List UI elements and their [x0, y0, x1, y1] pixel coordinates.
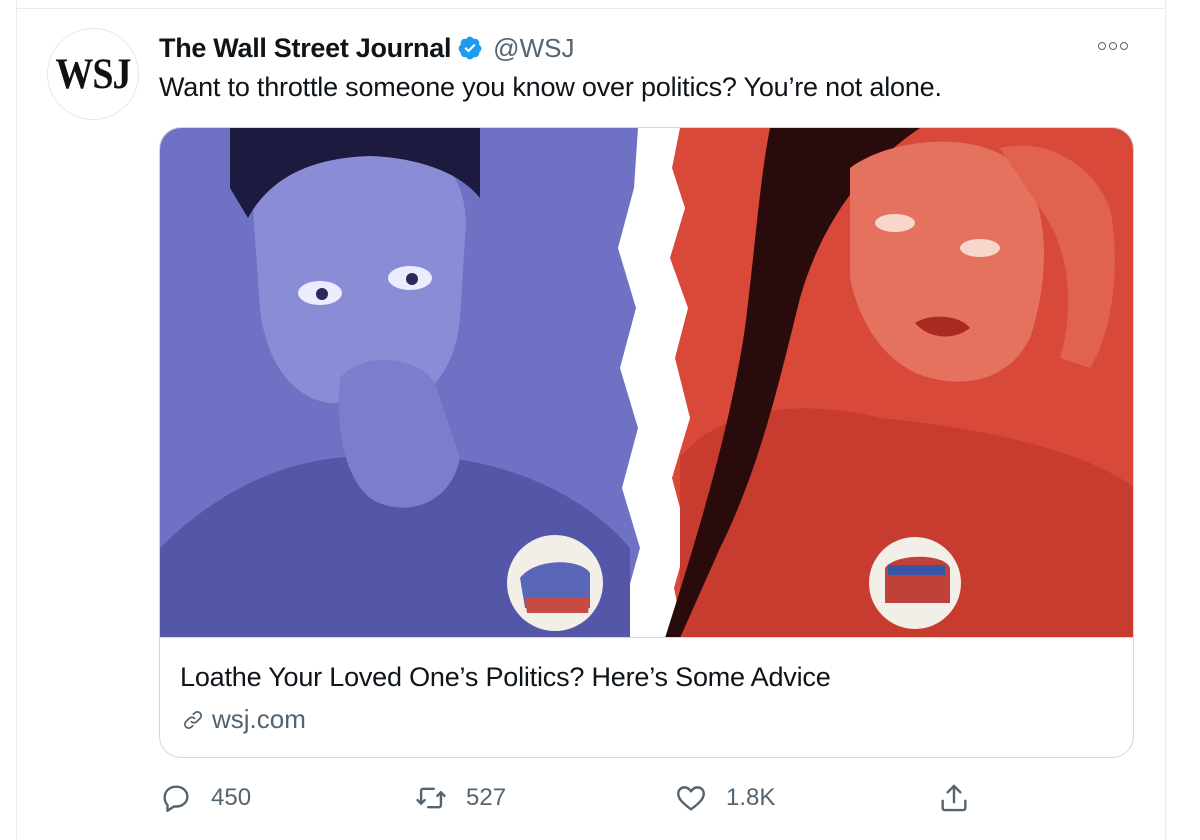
- tweet-actions: 450 527 1.8K: [159, 778, 1139, 818]
- retweet-icon: [416, 787, 446, 809]
- more-dot: [1120, 42, 1128, 50]
- reply-icon: [163, 785, 189, 812]
- share-icon: [941, 784, 967, 812]
- link-icon: [180, 707, 206, 733]
- share-button[interactable]: [937, 778, 971, 818]
- tweet-text: Want to throttle someone you know over p…: [159, 72, 942, 102]
- card-domain-text: wsj.com: [212, 704, 306, 734]
- like-button[interactable]: 1.8K: [674, 778, 775, 818]
- display-name[interactable]: The Wall Street Journal: [159, 33, 451, 64]
- verified-badge-icon: [457, 35, 483, 61]
- tweet-header: The Wall Street Journal @WSJ: [159, 30, 574, 66]
- user-handle[interactable]: @WSJ: [493, 33, 574, 64]
- avatar[interactable]: WSJ: [47, 28, 139, 120]
- like-count: 1.8K: [726, 784, 776, 811]
- retweet-count: 527: [466, 784, 507, 811]
- card-title[interactable]: Loathe Your Loved One’s Politics? Here’s…: [180, 662, 831, 693]
- link-card[interactable]: Loathe Your Loved One’s Politics? Here’s…: [159, 127, 1134, 758]
- reply-button[interactable]: 450: [159, 778, 251, 818]
- more-icon[interactable]: [1098, 36, 1138, 56]
- card-divider: [160, 637, 1133, 638]
- like-icon: [677, 786, 705, 811]
- tweet-top-border: [16, 8, 1166, 9]
- avatar-logo-text: WSJ: [55, 49, 131, 99]
- reply-count: 450: [211, 784, 252, 811]
- card-illustration[interactable]: [160, 128, 1134, 638]
- card-domain[interactable]: wsj.com: [180, 704, 306, 735]
- more-dot: [1109, 42, 1117, 50]
- more-dot: [1098, 42, 1106, 50]
- retweet-button[interactable]: 527: [414, 778, 506, 818]
